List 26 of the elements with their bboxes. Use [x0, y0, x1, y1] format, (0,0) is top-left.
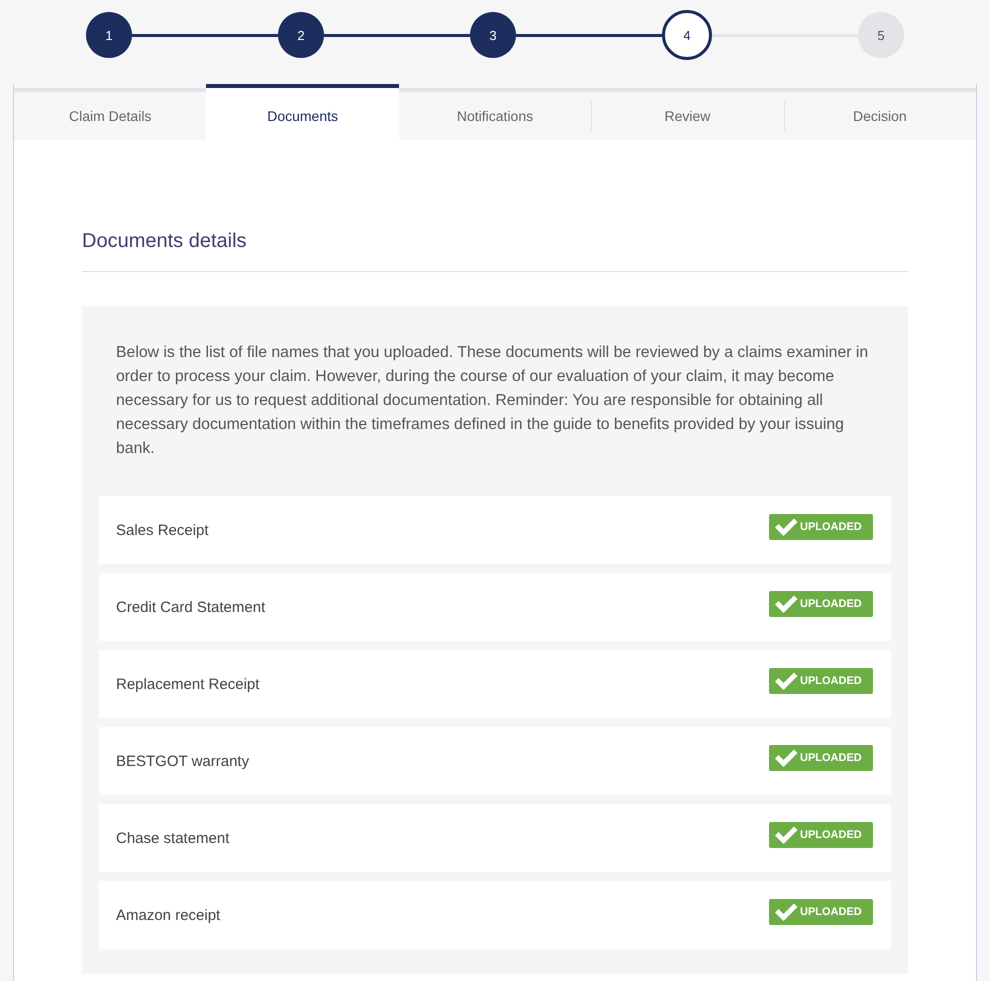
badge-label: UPLOADED: [800, 906, 862, 918]
document-name: Sales Receipt: [116, 522, 209, 538]
section-title: Documents details: [82, 140, 908, 272]
step-indicator: 5: [858, 12, 904, 58]
badge-label: UPLOADED: [800, 752, 862, 764]
document-name: Credit Card Statement: [116, 598, 266, 616]
check-icon: [774, 748, 798, 768]
check-icon: [774, 902, 798, 922]
step-indicator: 4: [662, 10, 712, 60]
check-icon: [774, 517, 798, 537]
document-name: Replacement Receipt: [116, 676, 260, 692]
step-indicator: 3: [470, 12, 516, 58]
badge-label: UPLOADED: [800, 598, 862, 610]
check-icon: [774, 825, 798, 845]
document-name: Amazon receipt: [116, 906, 220, 924]
check-icon: [774, 594, 798, 614]
badge-label: UPLOADED: [800, 675, 862, 687]
step-indicator: 1: [86, 12, 132, 58]
document-name: BESTGOT warranty: [116, 752, 250, 770]
intro-paragraph: Below is the list of file names that you uploaded. These documents will be reviewed by a claims examiner in order to process your claim. However, during the course of our evaluation of your claim, it may become necessary for us to request additional documentation. Reminder: You are responsible for obtaining all necessary documentation within the timeframes defined in the guide to benefits provided by your issuing bank.: [115, 343, 870, 459]
document-name: Chase statement: [116, 830, 230, 846]
step-indicator: 2: [278, 12, 324, 58]
badge-label: UPLOADED: [800, 521, 862, 533]
badge-label: UPLOADED: [800, 829, 862, 841]
check-icon: [774, 671, 798, 691]
tab[interactable]: Documents: [206, 84, 399, 140]
